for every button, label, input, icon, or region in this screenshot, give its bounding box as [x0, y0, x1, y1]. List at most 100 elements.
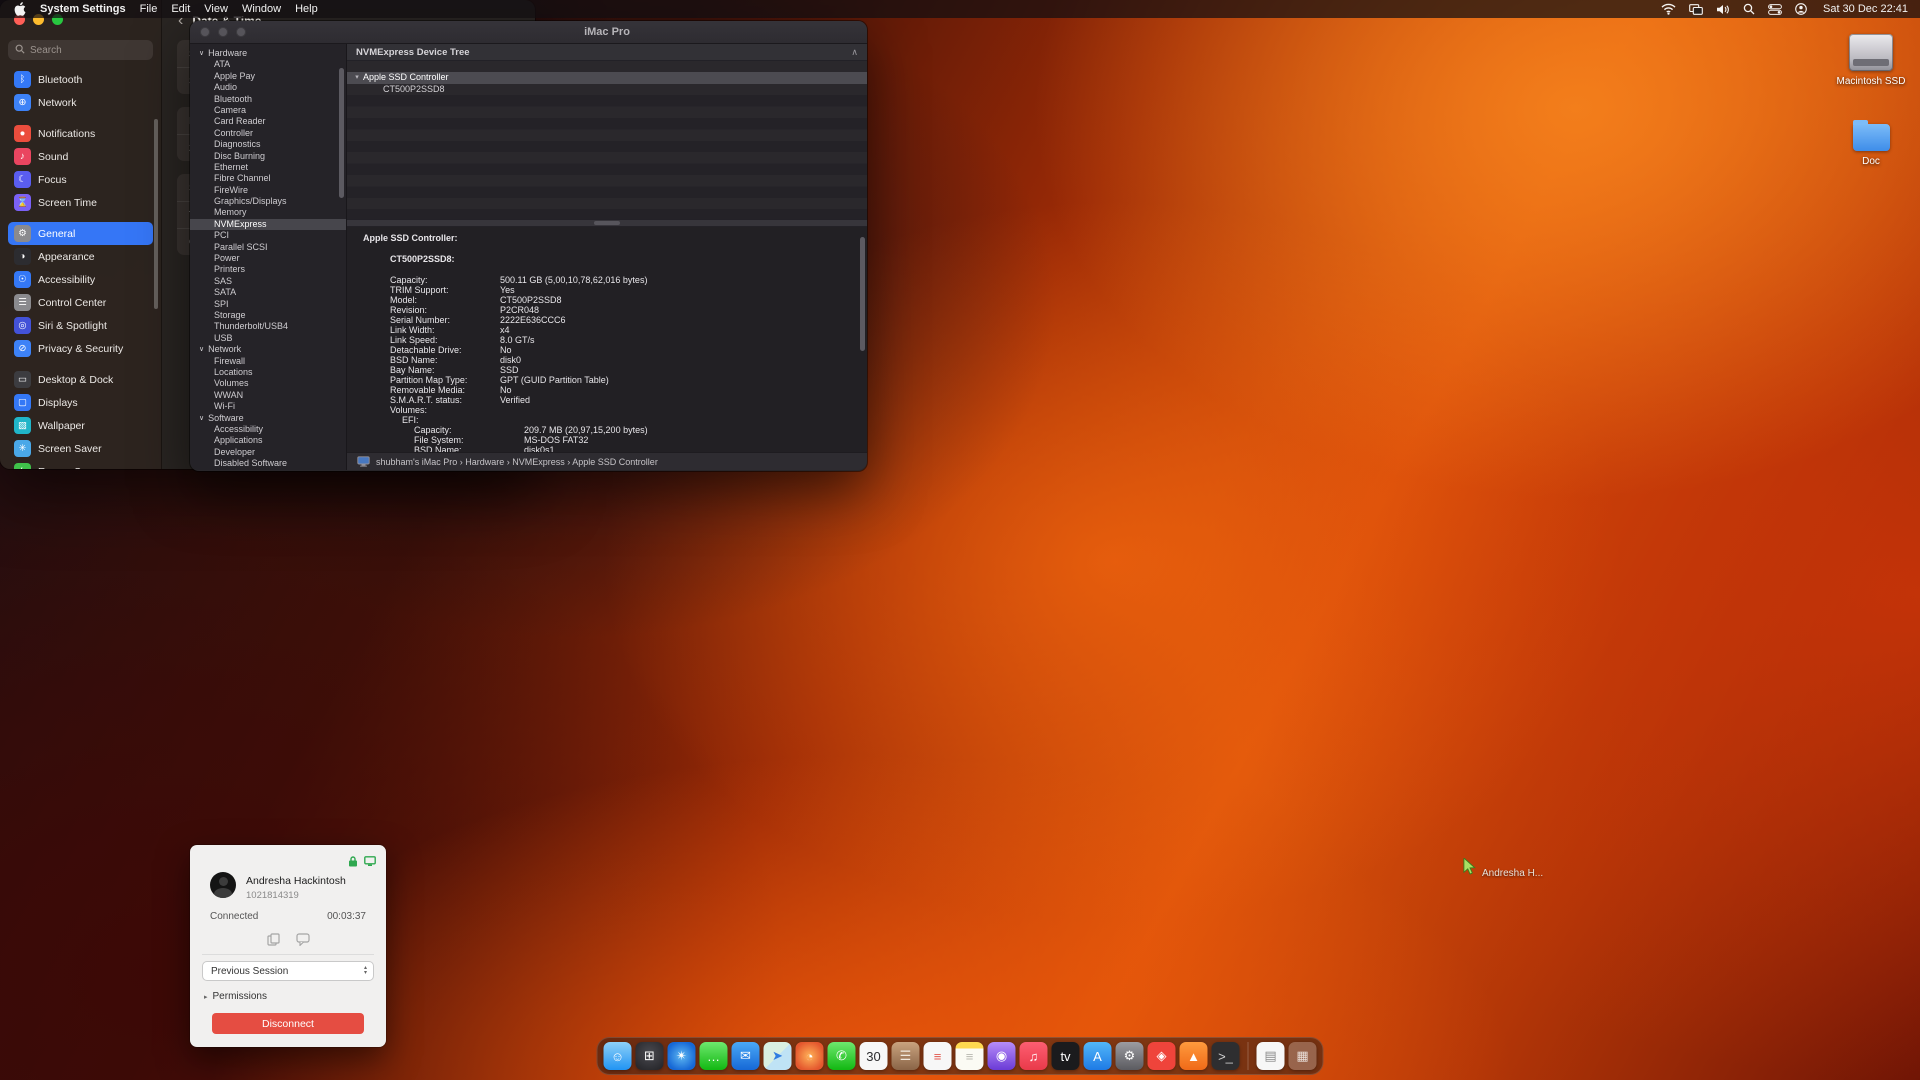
sidebar-item[interactable]: Extensions: [190, 469, 346, 470]
dock-item[interactable]: ✉: [732, 1042, 760, 1070]
sidebar-item[interactable]: Locations: [190, 367, 346, 378]
close-button[interactable]: [200, 27, 210, 37]
sidebar-section-software[interactable]: ∨ Software: [190, 413, 346, 424]
sidebar-section-hardware[interactable]: ∨ Hardware: [190, 48, 346, 59]
sidebar-item[interactable]: Disabled Software: [190, 458, 346, 469]
dock-item[interactable]: ♫: [1020, 1042, 1048, 1070]
apple-menu-icon[interactable]: [14, 2, 26, 16]
wifi-icon[interactable]: [1661, 3, 1676, 15]
sidebar-item[interactable]: USB: [190, 333, 346, 344]
sidebar-item[interactable]: Bluetooth: [190, 94, 346, 105]
sidebar-item[interactable]: Printers: [190, 264, 346, 275]
sidebar-item[interactable]: ᛒ Bluetooth: [8, 68, 153, 91]
sidebar-section-network[interactable]: ∨ Network: [190, 344, 346, 355]
sidebar-item[interactable]: ▭ Desktop & Dock: [8, 368, 153, 391]
sidebar-item[interactable]: WWAN: [190, 390, 346, 401]
dock-item[interactable]: A: [1084, 1042, 1112, 1070]
desktop-icon-macintosh-ssd[interactable]: Macintosh SSD: [1826, 34, 1916, 87]
desktop-icon-doc[interactable]: Doc: [1826, 118, 1916, 167]
dock-item[interactable]: tv: [1052, 1042, 1080, 1070]
sidebar-item[interactable]: Disc Burning: [190, 151, 346, 162]
sidebar-item[interactable]: Power: [190, 253, 346, 264]
sidebar-item[interactable]: Card Reader: [190, 116, 346, 127]
disclosure-triangle-icon[interactable]: ▾: [351, 72, 363, 83]
chat-icon[interactable]: [296, 933, 310, 951]
dock-item[interactable]: ☰: [892, 1042, 920, 1070]
sidebar-item[interactable]: ◎ Siri & Spotlight: [8, 314, 153, 337]
sidebar-item[interactable]: ▧ Wallpaper: [8, 414, 153, 437]
sidebar-item[interactable]: ◑ Appearance: [8, 245, 153, 268]
dock-item[interactable]: ≡: [924, 1042, 952, 1070]
device-tree-row[interactable]: CT500P2SSD8: [347, 84, 867, 95]
sidebar-item[interactable]: Camera: [190, 105, 346, 116]
dock-item[interactable]: ◔: [796, 1042, 824, 1070]
search-input[interactable]: [30, 45, 146, 56]
sidebar-item[interactable]: ♪ Sound: [8, 145, 153, 168]
sidebar-item[interactable]: ✳ Screen Saver: [8, 437, 153, 460]
user-icon[interactable]: [1795, 3, 1807, 15]
device-tree-header[interactable]: NVMExpress Device Tree ∧: [347, 44, 867, 61]
sidebar-item[interactable]: Diagnostics: [190, 139, 346, 150]
sidebar-item[interactable]: SAS: [190, 276, 346, 287]
sidebar-item[interactable]: Storage: [190, 310, 346, 321]
active-app-menu[interactable]: System Settings: [40, 3, 126, 15]
sidebar-item[interactable]: Accessibility: [190, 424, 346, 435]
volume-icon[interactable]: [1716, 4, 1730, 15]
dock-item[interactable]: ▲: [1180, 1042, 1208, 1070]
file-transfer-icon[interactable]: [267, 933, 280, 951]
sidebar-item[interactable]: Thunderbolt/USB4: [190, 321, 346, 332]
dock-item[interactable]: ◉: [988, 1042, 1016, 1070]
permissions-disclosure[interactable]: ▸ Permissions: [204, 991, 267, 1002]
menu-item[interactable]: Edit: [171, 3, 190, 15]
sidebar-item[interactable]: Apple Pay: [190, 71, 346, 82]
session-dropdown[interactable]: Previous Session ▴▾: [202, 961, 374, 981]
dock-item[interactable]: ▦: [1289, 1042, 1317, 1070]
sidebar-item[interactable]: Firewall: [190, 356, 346, 367]
menu-item[interactable]: Help: [295, 3, 318, 15]
search-field[interactable]: [8, 40, 153, 60]
sidebar-item[interactable]: Volumes: [190, 378, 346, 389]
sidebar-item[interactable]: Memory: [190, 207, 346, 218]
sidebar-item[interactable]: ϟ Energy Saver: [8, 460, 153, 469]
menubar-clock[interactable]: Sat 30 Dec 22:41: [1823, 3, 1908, 15]
sidebar-item[interactable]: ⊕ Network: [8, 91, 153, 114]
sidebar-scrollbar[interactable]: [339, 68, 344, 198]
sidebar-item[interactable]: Ethernet: [190, 162, 346, 173]
sidebar-item[interactable]: Controller: [190, 128, 346, 139]
splitter-handle[interactable]: [594, 221, 620, 225]
dock-item[interactable]: ≡: [956, 1042, 984, 1070]
sidebar-item[interactable]: Parallel SCSI: [190, 242, 346, 253]
sidebar-item[interactable]: SATA: [190, 287, 346, 298]
sidebar-item[interactable]: ● Notifications: [8, 122, 153, 145]
pane-splitter[interactable]: [347, 219, 867, 227]
sidebar-item[interactable]: Graphics/Displays: [190, 196, 346, 207]
titlebar[interactable]: iMac Pro: [190, 21, 867, 44]
sidebar-item[interactable]: ⌛ Screen Time: [8, 191, 153, 214]
disconnect-button[interactable]: Disconnect: [212, 1013, 364, 1034]
control-center-icon[interactable]: [1768, 4, 1782, 15]
sidebar-item[interactable]: Developer: [190, 447, 346, 458]
sidebar-item[interactable]: ☉ Accessibility: [8, 268, 153, 291]
sidebar-item[interactable]: PCI: [190, 230, 346, 241]
disclosure-triangle-icon[interactable]: [371, 84, 383, 95]
dock-item[interactable]: >_: [1212, 1042, 1240, 1070]
sidebar-item[interactable]: Applications: [190, 435, 346, 446]
dock-item[interactable]: 30: [860, 1042, 888, 1070]
sidebar-item[interactable]: FireWire: [190, 185, 346, 196]
sidebar-item[interactable]: ☰ Control Center: [8, 291, 153, 314]
dock-item[interactable]: ◈: [1148, 1042, 1176, 1070]
sidebar-item[interactable]: ⚙ General: [8, 222, 153, 245]
sidebar-scrollbar[interactable]: [154, 119, 158, 309]
sidebar-item[interactable]: NVMExpress: [190, 219, 346, 230]
search-icon[interactable]: [1743, 3, 1755, 15]
menu-item[interactable]: File: [140, 3, 158, 15]
device-tree-row[interactable]: ▾ Apple SSD Controller: [347, 72, 867, 83]
dock-item[interactable]: ✴: [668, 1042, 696, 1070]
dock-item[interactable]: ⊞: [636, 1042, 664, 1070]
dock-item[interactable]: ▤: [1257, 1042, 1285, 1070]
sidebar-item[interactable]: ATA: [190, 59, 346, 70]
sidebar-item[interactable]: Audio: [190, 82, 346, 93]
menu-item[interactable]: Window: [242, 3, 281, 15]
display-mirroring-icon[interactable]: [1689, 4, 1703, 15]
dock-item[interactable]: …: [700, 1042, 728, 1070]
